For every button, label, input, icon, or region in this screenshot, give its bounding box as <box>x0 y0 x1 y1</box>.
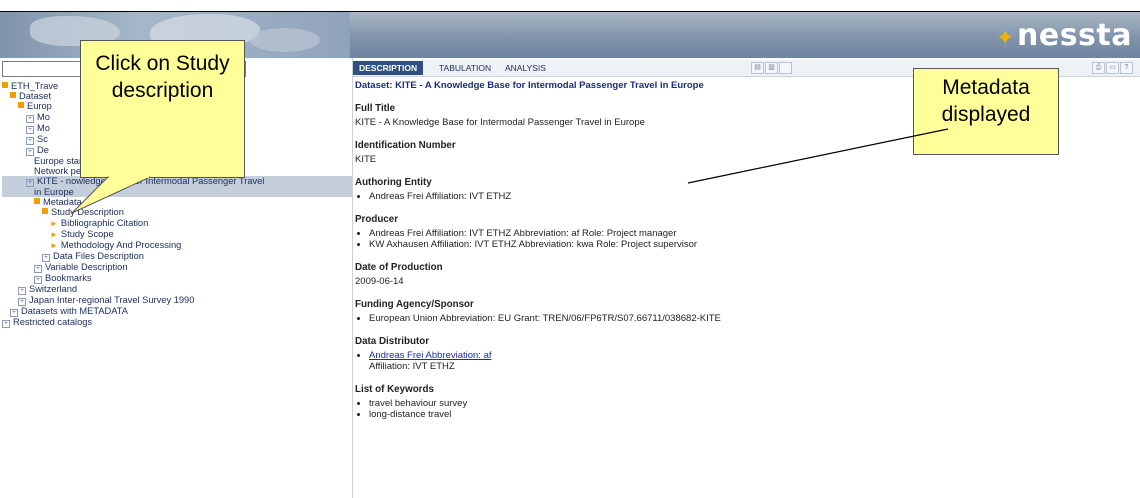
tree-item-label: Switzerland <box>29 284 78 295</box>
section-heading: Funding Agency/Sponsor <box>355 299 474 310</box>
folder-icon <box>18 102 24 109</box>
section-value: Andreas Frei Affiliation: IVT ETHZ Abbre… <box>355 228 915 250</box>
tree-item-label: Methodology And Processing <box>60 240 182 251</box>
distributor-link[interactable]: Andreas Frei Abbreviation: af <box>369 350 492 361</box>
tree-item[interactable]: ► Study Scope <box>2 229 352 240</box>
expand-icon[interactable]: + <box>26 114 34 123</box>
expand-icon[interactable]: + <box>26 147 34 156</box>
tree-item[interactable]: ► Methodology And Processing <box>2 240 352 251</box>
folder-icon <box>2 82 8 88</box>
list-item: KW Axhausen Affiliation: IVT ETHZ Abbrev… <box>369 239 915 250</box>
tree-item-label: Mo <box>37 122 50 133</box>
tree-item-label: Study Description <box>51 207 124 218</box>
tree-item-label: Restricted catalogs <box>13 317 93 328</box>
section-heading: Full Title <box>355 103 396 114</box>
expand-icon[interactable]: + <box>18 298 26 307</box>
tree-item-label: in Europe <box>34 187 74 198</box>
tree-item-label: Dataset <box>19 91 52 102</box>
section-value: Andreas Frei Abbreviation: afAffiliation… <box>355 350 915 372</box>
expand-icon[interactable]: + <box>26 136 34 145</box>
logo-text: nessta <box>1016 18 1132 53</box>
tree-item[interactable]: ► Bibliographic Citation <box>2 218 352 229</box>
expand-icon[interactable]: + <box>18 287 26 296</box>
tree-item-label: Variable Description <box>45 262 128 273</box>
section-heading: Authoring Entity <box>355 177 432 188</box>
chart-icon[interactable]: ▥ <box>765 62 779 74</box>
logo-star-icon: ✦ <box>996 26 1015 51</box>
distributor-affiliation: Affiliation: IVT ETHZ <box>369 361 455 372</box>
section-value: travel behaviour survey long-distance tr… <box>355 398 915 420</box>
tree-item-label: ETH_Trave <box>11 81 59 91</box>
tree-item[interactable]: + Restricted catalogs <box>2 317 352 329</box>
tree-item[interactable]: + Variable Description <box>2 262 352 274</box>
list-item: long-distance travel <box>369 409 915 420</box>
list-item: Andreas Frei Abbreviation: afAffiliation… <box>369 350 915 372</box>
folder-icon <box>42 208 48 215</box>
section-heading: Identification Number <box>355 140 456 151</box>
tab-description[interactable]: DESCRIPTION <box>353 61 424 75</box>
tree-item[interactable]: Study Description <box>2 207 352 217</box>
tree-item-label: Data Files Description <box>53 251 144 262</box>
tree-item[interactable]: + Bookmarks <box>2 273 352 285</box>
expand-icon[interactable]: + <box>2 320 10 329</box>
tree-item-label: Mo <box>37 111 50 122</box>
tree-item-label: Japan Inter-regional Travel Survey 1990 <box>29 295 195 306</box>
tree-item[interactable]: + Data Files Description <box>2 251 352 263</box>
blank-icon[interactable] <box>779 62 793 74</box>
expand-icon[interactable]: + <box>42 254 50 263</box>
expand-icon[interactable]: + <box>34 265 42 274</box>
tree-item[interactable]: + Switzerland <box>2 284 352 296</box>
expand-icon[interactable]: + <box>10 309 18 318</box>
expand-icon[interactable]: + <box>34 276 42 285</box>
arrow-right-icon: ► <box>50 241 58 251</box>
folder-icon <box>10 92 16 99</box>
callout-metadata-displayed: Metadata displayed <box>913 68 1059 155</box>
list-item: travel behaviour survey <box>369 398 915 409</box>
help-icon[interactable]: ? <box>1120 62 1133 74</box>
section-value: KITE <box>355 154 377 165</box>
section-value: KITE - A Knowledge Base for Intermodal P… <box>355 117 645 128</box>
tree-item-prefix: De <box>37 144 49 155</box>
tree-item-label: Metadata <box>43 197 82 208</box>
list-item: Andreas Frei Affiliation: IVT ETHZ Abbre… <box>369 228 915 239</box>
nesstar-logo: ✦nessta <box>996 18 1132 53</box>
section-heading: Data Distributor <box>355 336 430 347</box>
section-value: 2009-06-14 <box>355 276 404 287</box>
arrow-right-icon: ► <box>50 218 58 228</box>
tree-item-label: Bibliographic Citation <box>60 217 149 228</box>
tree-item-label: Datasets with METADATA <box>21 306 128 317</box>
list-item: European Union Abbreviation: EU Grant: T… <box>369 313 915 324</box>
tree-item-prefix: Sc <box>37 133 48 144</box>
tree-item[interactable]: Metadata <box>2 197 352 207</box>
tree-item[interactable]: + Japan Inter-regional Travel Survey 1990 <box>2 295 352 307</box>
table-icon[interactable]: ▤ <box>751 62 765 74</box>
metadata-content: Dataset: KITE - A Knowledge Base for Int… <box>355 78 915 420</box>
tree-item[interactable]: in Europe <box>2 187 352 198</box>
list-item: Andreas Frei Affiliation: IVT ETHZ <box>369 191 915 202</box>
tab-tabulation[interactable]: TABULATION <box>433 61 497 75</box>
section-value: Andreas Frei Affiliation: IVT ETHZ <box>355 191 915 202</box>
print-icon[interactable]: ⎙ <box>1092 62 1105 74</box>
tab-analysis[interactable]: ANALYSIS <box>499 61 552 75</box>
tree-item-label: Europ <box>27 101 52 112</box>
tree-item-label: Study Scope <box>60 228 114 239</box>
tree-item-label: Bookmarks <box>45 273 92 284</box>
bookmark-icon[interactable]: ▭ <box>1106 62 1119 74</box>
folder-icon <box>34 198 40 205</box>
dataset-title: Dataset: KITE - A Knowledge Base for Int… <box>355 80 704 91</box>
tree-item[interactable]: + Datasets with METADATA <box>2 306 352 318</box>
expand-icon[interactable]: + <box>26 125 34 134</box>
section-heading: Producer <box>355 214 399 225</box>
section-value: European Union Abbreviation: EU Grant: T… <box>355 313 915 324</box>
arrow-right-icon: ► <box>50 229 58 239</box>
section-heading: List of Keywords <box>355 384 434 395</box>
section-heading: Date of Production <box>355 262 443 273</box>
callout-click-study-description: Click on Study description <box>80 40 245 178</box>
expand-icon[interactable]: + <box>26 179 34 188</box>
